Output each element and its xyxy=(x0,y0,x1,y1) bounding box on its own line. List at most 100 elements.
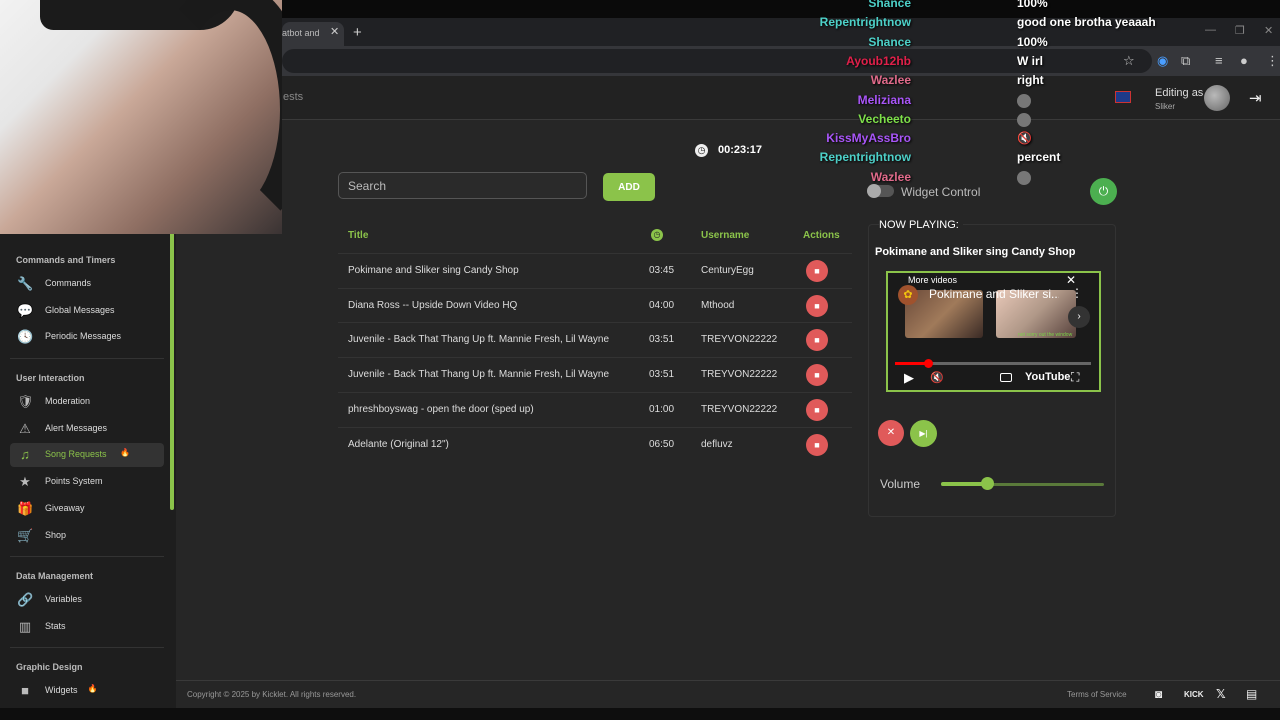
volume-slider-handle[interactable] xyxy=(980,477,994,490)
delete-song-button[interactable]: ■ xyxy=(806,260,828,282)
channel-logo-icon[interactable]: ✿ xyxy=(898,285,918,305)
table-row[interactable]: Pokimane and Sliker sing Candy Shop 03:45… xyxy=(338,253,852,287)
song-title: Diana Ross -- Upside Down Video HQ xyxy=(348,299,518,311)
play-icon[interactable]: ▶ xyxy=(904,370,914,386)
play-next-button[interactable]: ▶| xyxy=(910,420,937,447)
chat-username: Vecheeto xyxy=(858,111,911,126)
sidebar-item-commands[interactable]: 🔧 Commands xyxy=(10,272,164,296)
bar-chart-icon: ▥ xyxy=(18,618,32,634)
delete-song-button[interactable]: ■ xyxy=(806,364,828,387)
volume-slider-fill xyxy=(941,482,987,486)
chat-username: KissMyAssBro xyxy=(826,131,911,146)
chat-username: Repentrightnow xyxy=(819,150,911,165)
screen-bottom-strip xyxy=(0,708,1280,720)
volume-label: Volume xyxy=(880,477,921,491)
browser-menu-icon[interactable]: ⋮ xyxy=(1266,53,1279,69)
table-row[interactable]: Adelante (Original 12") 06:50 defluvz ■ xyxy=(338,426,852,461)
song-duration: 01:00 xyxy=(649,403,675,415)
chat-text: 🔇 xyxy=(1017,131,1032,146)
profile-icon[interactable]: ● xyxy=(1240,53,1248,68)
minimize-icon[interactable]: — xyxy=(1205,24,1216,36)
language-flag-icon[interactable] xyxy=(1115,91,1131,103)
song-title: Juvenile - Back That Thang Up ft. Mannie… xyxy=(348,334,610,346)
sidebar-item-label: Widgets xyxy=(45,685,78,695)
add-song-button[interactable]: ADD xyxy=(603,173,655,201)
sidebar-item-periodic-messages[interactable]: 🕓 Periodic Messages xyxy=(10,325,164,349)
chat-username: Shance xyxy=(868,34,911,49)
webcam-overlay xyxy=(0,0,282,234)
sidebar-item-label: Alert Messages xyxy=(45,422,108,433)
chat-emote-icon xyxy=(1017,170,1031,185)
power-button[interactable]: ⏻ xyxy=(1090,178,1117,205)
song-requester: CenturyEgg xyxy=(701,265,754,276)
docs-icon[interactable]: ▤ xyxy=(1246,687,1257,701)
editing-as-username: Sliker xyxy=(1155,102,1176,111)
sidebar-divider xyxy=(10,556,164,557)
sidebar-section-title: Graphic Design xyxy=(16,662,83,672)
discord-icon[interactable]: ◙ xyxy=(1155,687,1162,701)
sidebar-scrollbar[interactable] xyxy=(170,232,174,510)
mute-icon[interactable]: 🔇 xyxy=(930,371,944,384)
bookmark-star-icon[interactable]: ☆ xyxy=(1123,53,1135,69)
song-title: Adelante (Original 12") xyxy=(348,438,449,450)
delete-song-button[interactable]: ■ xyxy=(806,294,828,317)
wrench-icon: 🔧 xyxy=(17,276,34,291)
new-tab-icon[interactable]: + xyxy=(353,24,362,41)
clock-icon: ◷ xyxy=(695,144,708,157)
sidebar-item-label: Points System xyxy=(45,476,103,487)
sidebar-item-label: Stats xyxy=(45,620,66,631)
fullscreen-icon[interactable]: ⛶ xyxy=(1071,370,1079,385)
song-requester: TREYVON22222 xyxy=(701,334,778,346)
widget-control-toggle-knob[interactable] xyxy=(867,184,881,198)
captions-icon[interactable] xyxy=(1000,373,1012,382)
video-title[interactable]: Pokimane and Sliker si... xyxy=(929,287,1059,301)
logout-icon[interactable]: ⇥ xyxy=(1249,89,1262,107)
x-twitter-icon[interactable]: 𝕏 xyxy=(1216,687,1226,701)
song-duration: 04:00 xyxy=(649,299,675,311)
sidebar-item-points-system[interactable]: ★ Points System xyxy=(10,470,164,494)
search-input[interactable] xyxy=(338,172,587,199)
sidebar-item-giveaway[interactable]: 🎁 Giveaway xyxy=(10,497,164,521)
chat-username: Wazlee xyxy=(870,73,911,88)
sidebar-item-global-messages[interactable]: 💬 Global Messages xyxy=(10,299,164,323)
warning-icon: ⚠ xyxy=(19,420,31,436)
chat-text: 100% xyxy=(1017,0,1048,10)
sidebar-item-label: Giveaway xyxy=(45,502,85,513)
close-more-videos-icon[interactable]: ✕ xyxy=(1066,273,1076,287)
extensions-icon[interactable]: ⧉ xyxy=(1181,53,1190,69)
table-row[interactable]: Juvenile - Back That Thang Up ft. Mannie… xyxy=(338,322,852,356)
sidebar-item-widgets[interactable]: ■ Widgets 🔥 xyxy=(10,679,164,703)
delete-song-button[interactable]: ■ xyxy=(806,329,828,352)
table-row[interactable]: Diana Ross -- Upside Down Video HQ 04:00 M… xyxy=(338,287,852,322)
duration-clock-icon: ◷ xyxy=(651,229,663,241)
chat-text: right xyxy=(1017,73,1044,88)
maximize-icon[interactable]: ❐ xyxy=(1235,24,1245,37)
table-row[interactable]: phreshboyswag - open the door (sped up) 0… xyxy=(338,391,852,426)
youtube-logo[interactable]: YouTube xyxy=(1025,371,1070,383)
sidebar-item-shop[interactable]: 🛒 Shop xyxy=(10,524,164,548)
close-window-icon[interactable]: ✕ xyxy=(1264,24,1273,37)
sidebar-item-song-requests[interactable]: ♫ Song Requests 🔥 xyxy=(10,443,164,468)
video-menu-icon[interactable]: ⋮ xyxy=(1071,286,1083,300)
cast-icon[interactable]: ◉ xyxy=(1157,53,1168,69)
next-suggestion-icon[interactable]: › xyxy=(1068,306,1090,328)
table-row[interactable]: Juvenile - Back That Thang Up ft. Mannie… xyxy=(338,357,852,391)
sidebar-item-alert-messages[interactable]: ⚠ Alert Messages xyxy=(10,417,164,441)
tab-close-icon[interactable]: ✕ xyxy=(330,25,339,38)
media-icon[interactable]: ≡ xyxy=(1215,53,1223,68)
chat-bubble-icon: 💬 xyxy=(17,302,34,318)
sidebar-item-moderation[interactable]: 🛡 Moderation xyxy=(10,390,164,414)
delete-song-button[interactable]: ■ xyxy=(806,433,828,456)
video-caption: not sorry out the window xyxy=(1018,332,1073,338)
kick-icon[interactable]: KICK xyxy=(1184,690,1204,699)
terms-link[interactable]: Terms of Service xyxy=(1067,690,1127,699)
chat-text: 100% xyxy=(1017,34,1048,49)
sidebar-item-variables[interactable]: 🔗 Variables xyxy=(10,588,164,612)
sidebar-item-stats[interactable]: ▥ Stats xyxy=(10,615,164,639)
sidebar-section-title: Commands and Timers xyxy=(16,255,116,265)
remove-current-button[interactable]: ✕ xyxy=(878,420,904,446)
delete-song-button[interactable]: ■ xyxy=(806,398,828,421)
now-playing-heading: NOW PLAYING: xyxy=(879,219,963,231)
avatar[interactable] xyxy=(1204,85,1230,111)
shield-icon: 🛡 xyxy=(17,394,34,409)
